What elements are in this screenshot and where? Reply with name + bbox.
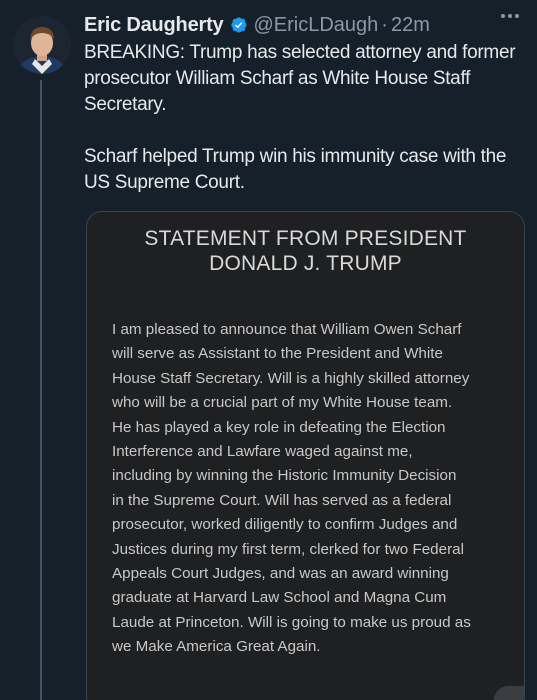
tweet[interactable]: Eric Daugherty @EricLDaugh · 22m BREAKIN…: [0, 0, 537, 700]
statement-line: House Staff Secretary. Will is a highly …: [112, 369, 470, 387]
media-corner-overlay: [494, 686, 524, 700]
handle[interactable]: @EricLDaugh: [253, 14, 378, 37]
separator-dot: ·: [381, 13, 388, 36]
timestamp[interactable]: 22m: [391, 14, 430, 37]
tweet-media-image[interactable]: STATEMENT FROM PRESIDENT DONALD J. TRUMP…: [86, 211, 525, 700]
tweet-text: BREAKING: Trump has selected attorney an…: [84, 40, 525, 196]
statement-line: I am pleased to announce that William Ow…: [112, 321, 462, 338]
thread-line: [40, 80, 42, 700]
more-options-icon[interactable]: [499, 6, 521, 26]
statement-title-line: DONALD J. TRUMP: [209, 252, 402, 275]
statement-line: graduate at Harvard Law School and Magna…: [112, 589, 447, 607]
tweet-paragraph: Scharf helped Trump win his immunity cas…: [84, 146, 507, 193]
avatar-image: [13, 16, 71, 74]
display-name[interactable]: Eric Daugherty: [84, 14, 224, 37]
verified-badge-icon: [228, 15, 248, 35]
statement-body: I am pleased to announce that William Ow…: [112, 318, 507, 660]
statement-line: Justices during my first term, clerked f…: [112, 540, 464, 558]
statement-line: Interference and Lawfare waged against m…: [112, 443, 413, 461]
statement-line: will serve as Assistant to the President…: [112, 345, 443, 363]
statement-line: He has played a key role in defeating th…: [112, 418, 446, 436]
statement-line: we Make America Great Again.: [112, 638, 321, 656]
statement-line: Appeals Court Judges, and was an award w…: [112, 565, 449, 583]
statement-title-line: STATEMENT FROM PRESIDENT: [144, 227, 467, 250]
statement-line: who will be a crucial part of my White H…: [112, 394, 453, 412]
statement-title: STATEMENT FROM PRESIDENT DONALD J. TRUMP: [87, 226, 524, 276]
statement-line: Laude at Princeton. Will is going to mak…: [112, 613, 471, 631]
tweet-header: Eric Daugherty @EricLDaugh · 22m: [84, 10, 525, 40]
statement-line: including by winning the Historic Immuni…: [112, 467, 457, 485]
statement-line: in the Supreme Court. Will has served as…: [112, 491, 452, 509]
tweet-paragraph: BREAKING: Trump has selected attorney an…: [84, 42, 516, 115]
statement-line: prosecutor, worked diligently to confirm…: [112, 516, 458, 534]
avatar[interactable]: [13, 16, 71, 74]
